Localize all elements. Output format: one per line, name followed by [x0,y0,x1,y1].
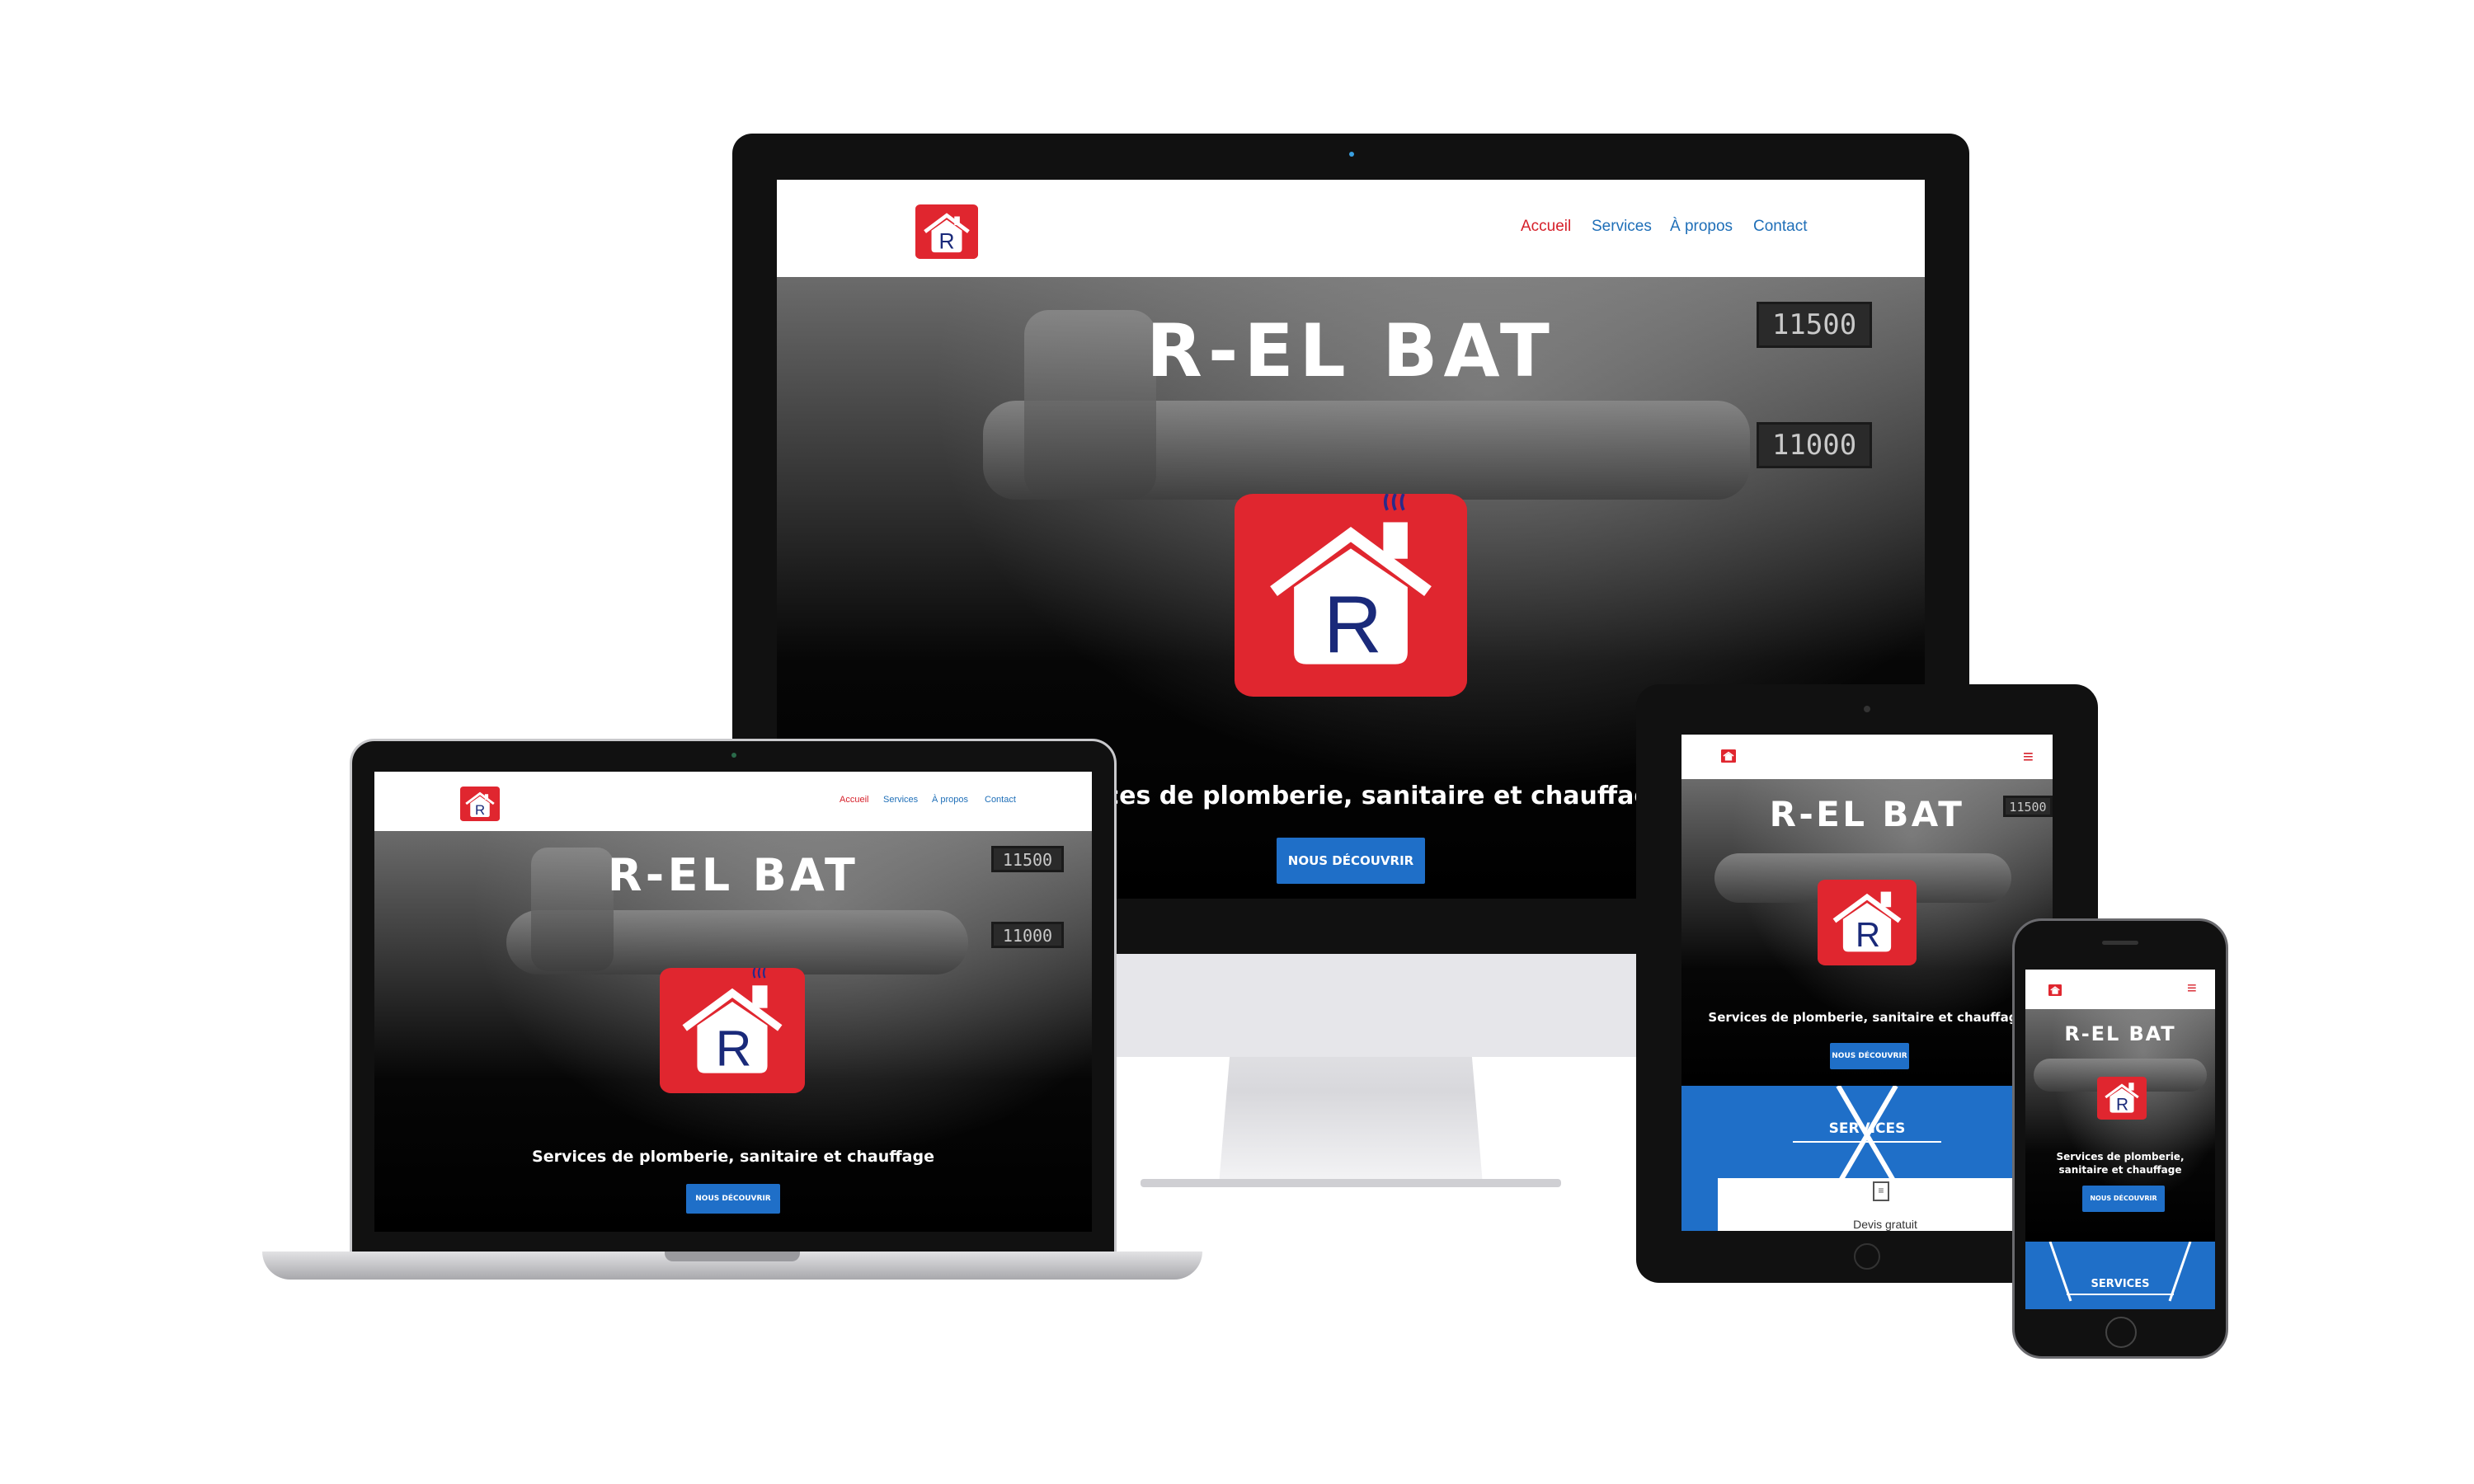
laptop-discover-button[interactable]: NOUS DÉCOUVRIR [686,1184,780,1214]
phone-site-header: ≡ [2025,970,2215,1010]
tablet-hero-section: 11500 R-EL BAT R Services de plomberie, … [1681,779,2053,1086]
laptop-nav-item-accueil[interactable]: Accueil [840,795,868,805]
laptop-hero-title: R-EL BAT [607,849,859,901]
discover-button[interactable]: NOUS DÉCOUVRIR [1277,838,1425,884]
monitor-stand-base [1141,1179,1561,1187]
svg-text:R: R [2116,1096,2128,1115]
tablet-hero-subtitle: Services de plomberie, sanitaire et chau… [1708,1010,2026,1025]
tablet-camera [1864,706,1870,712]
laptop-nav-item-a-propos[interactable]: À propos [932,795,968,805]
laptop-nav-item-contact[interactable]: Contact [985,795,1016,805]
monitor-camera [1349,152,1354,157]
phone-hero-title: R-EL BAT [2064,1022,2176,1045]
service-card-title: Devis gratuit [1853,1218,1917,1231]
service-card[interactable]: ≡ Devis gratuit [1718,1178,2053,1231]
laptop-hero-logo: R [660,968,805,1093]
tablet-header-logo[interactable] [1721,749,1736,763]
house-logo-icon: R [924,213,970,253]
phone-header-logo[interactable] [2048,984,2062,996]
nav-item-services[interactable]: Services [1592,218,1652,236]
svg-text:R: R [475,802,485,818]
tablet-services-section: SERVICES ≡ Devis gratuit [1681,1086,2053,1231]
phone-hamburger-menu-icon[interactable]: ≡ [2187,979,2197,998]
svg-text:R: R [1856,915,1880,954]
nav-item-a-propos[interactable]: À propos [1670,218,1733,236]
nav-item-contact[interactable]: Contact [1753,218,1807,236]
nav-item-accueil[interactable]: Accueil [1521,218,1571,236]
hero-logo: R [1235,494,1467,697]
phone-speaker [2102,941,2138,945]
phone-hero-section: R-EL BAT R Services de plomberie, sanita… [2025,1009,2215,1242]
house-logo-icon: R [465,791,495,818]
hero-gauge-2: 11000 [1757,422,1872,468]
house-logo-icon [1723,751,1734,761]
laptop-website: R Accueil Services À propos Contact 1150… [374,772,1092,1232]
phone-services-decoration [2048,1242,2192,1302]
hamburger-menu-icon[interactable]: ≡ [2023,746,2034,768]
house-logo-icon: R [682,968,783,1077]
tablet-hero-title: R-EL BAT [1769,794,1965,834]
phone-hero-subtitle-line-2: sanitaire et chauffage [2058,1164,2182,1176]
phone-website: ≡ R-EL BAT R Services de plomberie, sani… [2025,970,2215,1309]
document-icon: ≡ [1873,1181,1889,1201]
tablet-discover-button[interactable]: NOUS DÉCOUVRIR [1830,1043,1909,1069]
laptop-hero-subtitle: Services de plomberie, sanitaire et chau… [532,1148,934,1166]
svg-text:R: R [716,1021,752,1077]
tablet-site-header: ≡ [1681,735,2053,780]
house-logo-icon: R [1832,891,1902,954]
laptop-site-header: R Accueil Services À propos Contact [374,772,1092,832]
svg-text:R: R [938,228,954,253]
tablet-website: ≡ 11500 R-EL BAT R Services de plomberie… [1681,735,2053,1231]
hero-title: R-EL BAT [1146,308,1555,393]
header-logo[interactable]: R [915,204,978,259]
house-logo-icon [2050,986,2060,994]
laptop-header-logo[interactable]: R [460,787,500,821]
phone-home-button [2105,1317,2137,1348]
phone-services-section: SERVICES [2025,1242,2215,1309]
svg-text:R: R [1324,579,1382,669]
phone-hero-subtitle-line-1: Services de plomberie, [2056,1151,2185,1162]
phone-discover-button[interactable]: NOUS DÉCOUVRIR [2082,1186,2165,1212]
phone-services-title: SERVICES [2091,1278,2150,1290]
house-logo-icon: R [1270,494,1432,669]
tablet-services-title: SERVICES [1828,1120,1906,1137]
laptop-gauge-2: 11000 [991,922,1064,948]
tablet-hero-logo: R [1818,880,1917,965]
laptop-nav-item-services[interactable]: Services [883,795,918,805]
laptop-hero-section: 11500 11000 R-EL BAT R Services de plomb… [374,831,1092,1232]
site-header: R Accueil Services À propos Contact [777,180,1925,278]
house-logo-icon: R [2105,1082,2139,1115]
laptop-notch [665,1252,800,1261]
tablet-home-button [1854,1243,1880,1270]
laptop-camera [731,753,736,758]
phone-hero-logo: R [2097,1077,2147,1120]
